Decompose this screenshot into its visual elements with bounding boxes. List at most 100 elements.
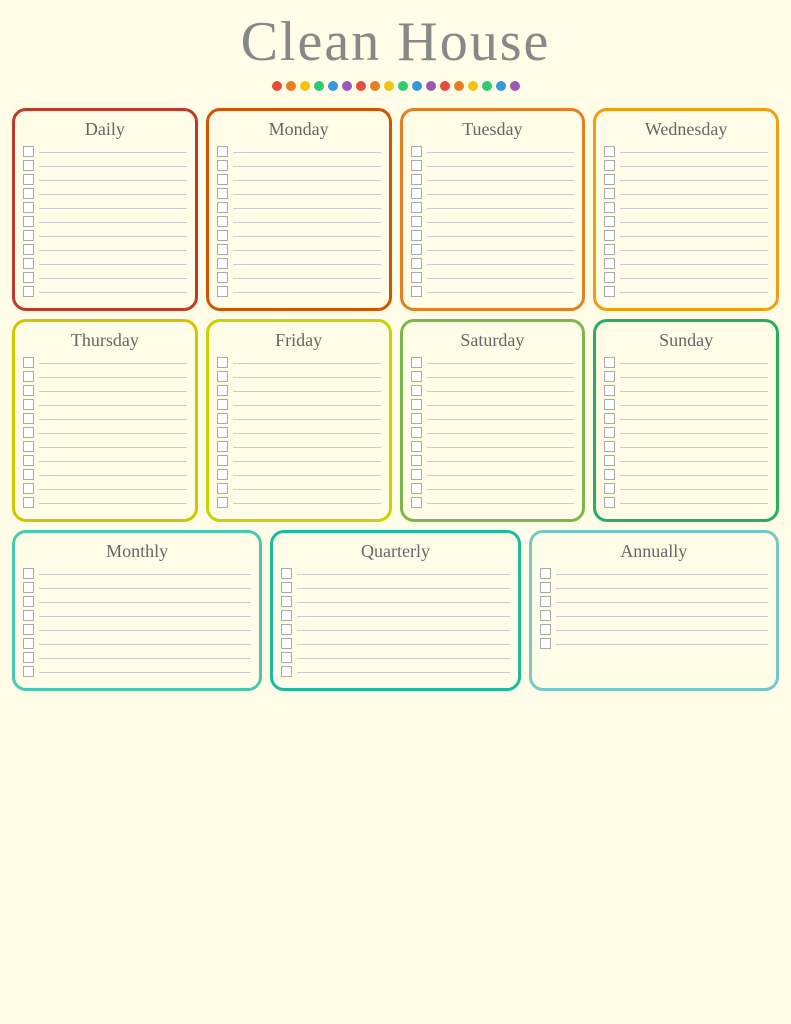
checkbox[interactable]: [23, 624, 34, 635]
checkbox[interactable]: [23, 483, 34, 494]
checkbox[interactable]: [281, 568, 292, 579]
checkbox[interactable]: [604, 258, 615, 269]
checkbox[interactable]: [23, 357, 34, 368]
checkbox[interactable]: [23, 427, 34, 438]
checkbox[interactable]: [217, 357, 228, 368]
checkbox[interactable]: [604, 385, 615, 396]
checkbox[interactable]: [23, 385, 34, 396]
checkbox[interactable]: [411, 483, 422, 494]
checkbox[interactable]: [281, 638, 292, 649]
checkbox[interactable]: [411, 385, 422, 396]
checkbox[interactable]: [23, 610, 34, 621]
checkbox[interactable]: [23, 272, 34, 283]
checkbox[interactable]: [23, 244, 34, 255]
checkbox[interactable]: [604, 202, 615, 213]
checkbox[interactable]: [23, 652, 34, 663]
checkbox[interactable]: [604, 497, 615, 508]
checkbox[interactable]: [217, 469, 228, 480]
checkbox[interactable]: [217, 497, 228, 508]
checkbox[interactable]: [23, 455, 34, 466]
checkbox[interactable]: [23, 413, 34, 424]
checkbox[interactable]: [217, 286, 228, 297]
checkbox[interactable]: [411, 413, 422, 424]
checkbox[interactable]: [217, 146, 228, 157]
checkbox[interactable]: [217, 216, 228, 227]
checkbox[interactable]: [23, 146, 34, 157]
checkbox[interactable]: [604, 146, 615, 157]
checkbox[interactable]: [23, 441, 34, 452]
checkbox[interactable]: [23, 638, 34, 649]
checkbox[interactable]: [217, 441, 228, 452]
checkbox[interactable]: [23, 596, 34, 607]
checkbox[interactable]: [604, 160, 615, 171]
checkbox[interactable]: [411, 216, 422, 227]
checkbox[interactable]: [23, 666, 34, 677]
checkbox[interactable]: [411, 371, 422, 382]
checkbox[interactable]: [411, 455, 422, 466]
checkbox[interactable]: [23, 582, 34, 593]
checkbox[interactable]: [411, 497, 422, 508]
checkbox[interactable]: [604, 230, 615, 241]
checkbox[interactable]: [281, 610, 292, 621]
checkbox[interactable]: [411, 286, 422, 297]
checkbox[interactable]: [23, 216, 34, 227]
checkbox[interactable]: [281, 666, 292, 677]
checkbox[interactable]: [604, 188, 615, 199]
checkbox[interactable]: [217, 455, 228, 466]
checkbox[interactable]: [23, 160, 34, 171]
checkbox[interactable]: [217, 188, 228, 199]
checkbox[interactable]: [217, 272, 228, 283]
checkbox[interactable]: [23, 258, 34, 269]
checkbox[interactable]: [540, 596, 551, 607]
checkbox[interactable]: [540, 568, 551, 579]
checkbox[interactable]: [281, 582, 292, 593]
checkbox[interactable]: [217, 413, 228, 424]
checkbox[interactable]: [411, 188, 422, 199]
checkbox[interactable]: [23, 371, 34, 382]
checkbox[interactable]: [281, 624, 292, 635]
checkbox[interactable]: [604, 174, 615, 185]
checkbox[interactable]: [23, 497, 34, 508]
checkbox[interactable]: [411, 258, 422, 269]
checkbox[interactable]: [217, 385, 228, 396]
checkbox[interactable]: [23, 286, 34, 297]
checkbox[interactable]: [217, 230, 228, 241]
checkbox[interactable]: [217, 399, 228, 410]
checkbox[interactable]: [217, 427, 228, 438]
checkbox[interactable]: [23, 188, 34, 199]
checkbox[interactable]: [604, 272, 615, 283]
checkbox[interactable]: [604, 441, 615, 452]
checkbox[interactable]: [411, 272, 422, 283]
checkbox[interactable]: [604, 371, 615, 382]
checkbox[interactable]: [604, 469, 615, 480]
checkbox[interactable]: [411, 202, 422, 213]
checkbox[interactable]: [217, 258, 228, 269]
checkbox[interactable]: [604, 286, 615, 297]
checkbox[interactable]: [411, 399, 422, 410]
checkbox[interactable]: [540, 610, 551, 621]
checkbox[interactable]: [540, 624, 551, 635]
checkbox[interactable]: [604, 244, 615, 255]
checkbox[interactable]: [217, 174, 228, 185]
checkbox[interactable]: [604, 399, 615, 410]
checkbox[interactable]: [604, 455, 615, 466]
checkbox[interactable]: [411, 441, 422, 452]
checkbox[interactable]: [604, 413, 615, 424]
checkbox[interactable]: [217, 371, 228, 382]
checkbox[interactable]: [217, 244, 228, 255]
checkbox[interactable]: [281, 596, 292, 607]
checkbox[interactable]: [23, 568, 34, 579]
checkbox[interactable]: [217, 202, 228, 213]
checkbox[interactable]: [411, 469, 422, 480]
checkbox[interactable]: [411, 160, 422, 171]
checkbox[interactable]: [604, 357, 615, 368]
checkbox[interactable]: [23, 174, 34, 185]
checkbox[interactable]: [217, 483, 228, 494]
checkbox[interactable]: [411, 427, 422, 438]
checkbox[interactable]: [411, 357, 422, 368]
checkbox[interactable]: [411, 174, 422, 185]
checkbox[interactable]: [281, 652, 292, 663]
checkbox[interactable]: [540, 582, 551, 593]
checkbox[interactable]: [217, 160, 228, 171]
checkbox[interactable]: [23, 469, 34, 480]
